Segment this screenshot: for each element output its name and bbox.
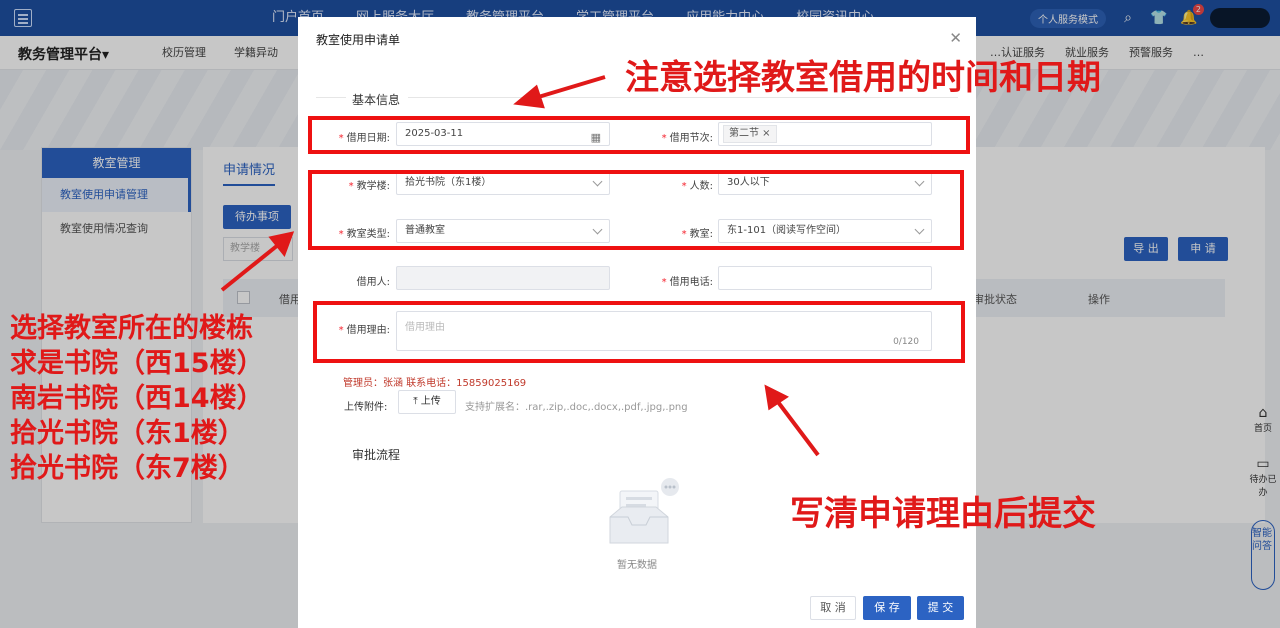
annotation-submit: 写清申请理由后提交 (790, 494, 1096, 534)
phone-label: * 借用电话: (661, 277, 713, 288)
annotation-line: 拾光书院（东7楼） (10, 453, 245, 484)
save-button[interactable]: 保 存 (863, 596, 911, 620)
submit-button[interactable]: 提 交 (917, 596, 964, 620)
upload-button[interactable]: ⤒ 上传 (398, 390, 456, 414)
upload-label: 上传附件: (344, 402, 388, 413)
annotation-line: 拾光书院（东1楼） (10, 418, 245, 449)
empty-text: 暂无数据 (617, 560, 657, 571)
borrower-label: 借用人: (356, 277, 390, 288)
section-basic-info: 基本信息 (352, 93, 401, 107)
modal-title: 教室使用申请单 (316, 33, 401, 47)
close-icon[interactable]: ✕ (949, 29, 962, 47)
empty-inbox-icon (609, 478, 679, 544)
divider (316, 97, 346, 98)
highlight-date-row (308, 116, 970, 154)
section-approval-flow: 审批流程 (352, 448, 401, 462)
borrower-field (396, 266, 610, 290)
annotation-buildings: 选择教室所在的楼栋 求是书院（西15楼） 南岩书院（西14楼） 拾光书院（东1楼… (10, 311, 264, 486)
annotation-line: 南岩书院（西14楼） (10, 383, 264, 414)
annotation-time-date: 注意选择教室借用的时间和日期 (625, 58, 1101, 98)
cancel-button[interactable]: 取 消 (810, 596, 856, 620)
admin-contact: 管理员：张涵 联系电话：15859025169 (343, 378, 527, 389)
phone-field[interactable] (718, 266, 932, 290)
annotation-line: 选择教室所在的楼栋 (10, 313, 253, 344)
upload-hint: 支持扩展名：.rar,.zip,.doc,.docx,.pdf,.jpg,.pn… (465, 402, 688, 413)
highlight-room-rows (308, 170, 964, 250)
highlight-reason-row (313, 301, 965, 363)
annotation-line: 求是书院（西15楼） (10, 348, 264, 379)
